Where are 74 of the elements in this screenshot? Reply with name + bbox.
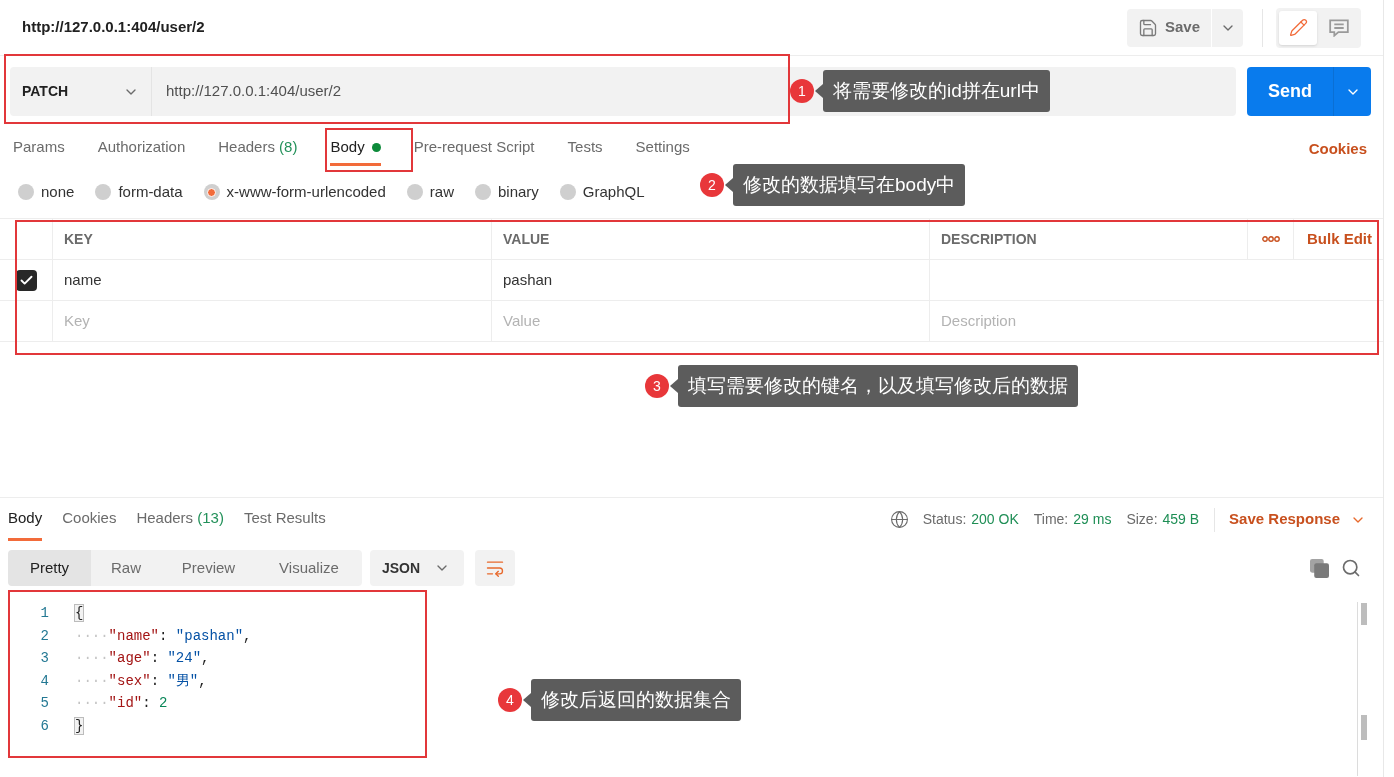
edit-mode-button[interactable] — [1279, 10, 1317, 45]
status-value[interactable]: 200 OK — [971, 509, 1019, 530]
radio-button[interactable] — [406, 184, 423, 200]
checkbox[interactable] — [15, 269, 37, 291]
request-tab[interactable]: Params — [13, 132, 65, 166]
response-tab[interactable]: Headers (13) — [136, 498, 224, 541]
radio-button[interactable] — [203, 184, 220, 200]
column-header: VALUE — [503, 229, 550, 249]
view-mode-tab[interactable]: Preview — [161, 550, 256, 586]
callout-number: 3 — [645, 374, 669, 398]
globe-icon[interactable] — [889, 510, 909, 529]
code-line: ····"age": "24", — [75, 649, 210, 668]
radio-button[interactable] — [474, 184, 491, 200]
more-options-icon[interactable] — [1261, 236, 1280, 242]
comment-icon — [1329, 18, 1349, 37]
save-button[interactable]: Save — [1127, 8, 1211, 47]
line-number: 1 — [39, 604, 49, 623]
cookies-link[interactable]: Cookies — [1308, 132, 1367, 166]
line-number: 3 — [39, 649, 49, 668]
radio-label[interactable]: GraphQL — [582, 180, 645, 204]
view-mode-tab[interactable]: Raw — [91, 550, 161, 586]
code-line: ····"id": 2 — [75, 694, 168, 713]
request-tab[interactable]: Tests — [567, 132, 603, 166]
search-icon[interactable] — [1341, 558, 1361, 578]
callout-number: 2 — [700, 173, 724, 197]
line-number: 6 — [39, 716, 49, 736]
time-label: Time: — [1033, 510, 1069, 529]
callout-number: 4 — [498, 688, 522, 712]
wrap-lines-button[interactable] — [475, 550, 515, 586]
method-dropdown[interactable]: PATCH — [10, 67, 152, 116]
response-tab[interactable]: Test Results — [243, 498, 326, 541]
format-dropdown[interactable]: JSON — [370, 550, 464, 586]
code-line: ····"name": "pashan", — [75, 626, 252, 646]
size-value[interactable]: 459 B — [1162, 509, 1200, 530]
view-mode-tab[interactable]: Pretty — [8, 550, 91, 586]
line-number: 5 — [39, 694, 49, 713]
request-tab[interactable]: Body — [330, 132, 381, 166]
callout-tooltip: 修改后返回的数据集合 — [523, 679, 741, 721]
callout-tooltip: 将需要修改的id拼在url中 — [815, 70, 1050, 112]
request-tab[interactable]: Authorization — [97, 132, 186, 166]
code-line: ····"sex": "男", — [75, 671, 207, 691]
column-header: KEY — [64, 229, 93, 249]
request-tab[interactable]: Headers (8) — [218, 132, 298, 166]
radio-button[interactable] — [18, 184, 34, 200]
radio-label[interactable]: x-www-form-urlencoded — [226, 180, 386, 204]
bulk-edit-link[interactable]: Bulk Edit — [1307, 227, 1372, 251]
column-header: DESCRIPTION — [941, 229, 1037, 249]
response-tab[interactable]: Cookies — [62, 498, 117, 541]
radio-label[interactable]: raw — [429, 180, 454, 204]
request-title: http://127.0.0.1:404/user/2 — [22, 17, 205, 38]
send-options-button[interactable] — [1333, 67, 1371, 116]
pencil-icon — [1288, 18, 1308, 37]
save-response-button[interactable]: Save Response — [1229, 508, 1366, 531]
table-cell-text: pashan — [503, 269, 553, 290]
response-tab[interactable]: Body — [8, 498, 43, 541]
save-options-button[interactable] — [1212, 8, 1243, 47]
radio-label[interactable]: binary — [497, 180, 539, 204]
request-tab[interactable]: Settings — [635, 132, 690, 166]
view-mode-tab[interactable]: Visualize — [256, 550, 362, 586]
line-number: 4 — [39, 671, 49, 691]
status-label: Status: — [922, 510, 967, 529]
callout-tooltip: 修改的数据填写在body中 — [725, 164, 966, 206]
request-tab[interactable]: Pre-request Script — [413, 132, 535, 166]
time-value[interactable]: 29 ms — [1073, 509, 1112, 530]
size-label: Size: — [1126, 510, 1158, 529]
table-cell-text: name — [64, 269, 102, 290]
radio-label[interactable]: none — [41, 180, 75, 204]
copy-icon[interactable] — [1310, 558, 1329, 578]
callout-tooltip: 填写需要修改的键名，以及填写修改后的数据 — [670, 365, 1078, 407]
radio-label[interactable]: form-data — [118, 180, 183, 204]
line-number: 2 — [39, 626, 49, 646]
send-button[interactable]: Send — [1247, 67, 1333, 116]
radio-button[interactable] — [95, 184, 112, 200]
radio-button[interactable] — [559, 184, 576, 200]
